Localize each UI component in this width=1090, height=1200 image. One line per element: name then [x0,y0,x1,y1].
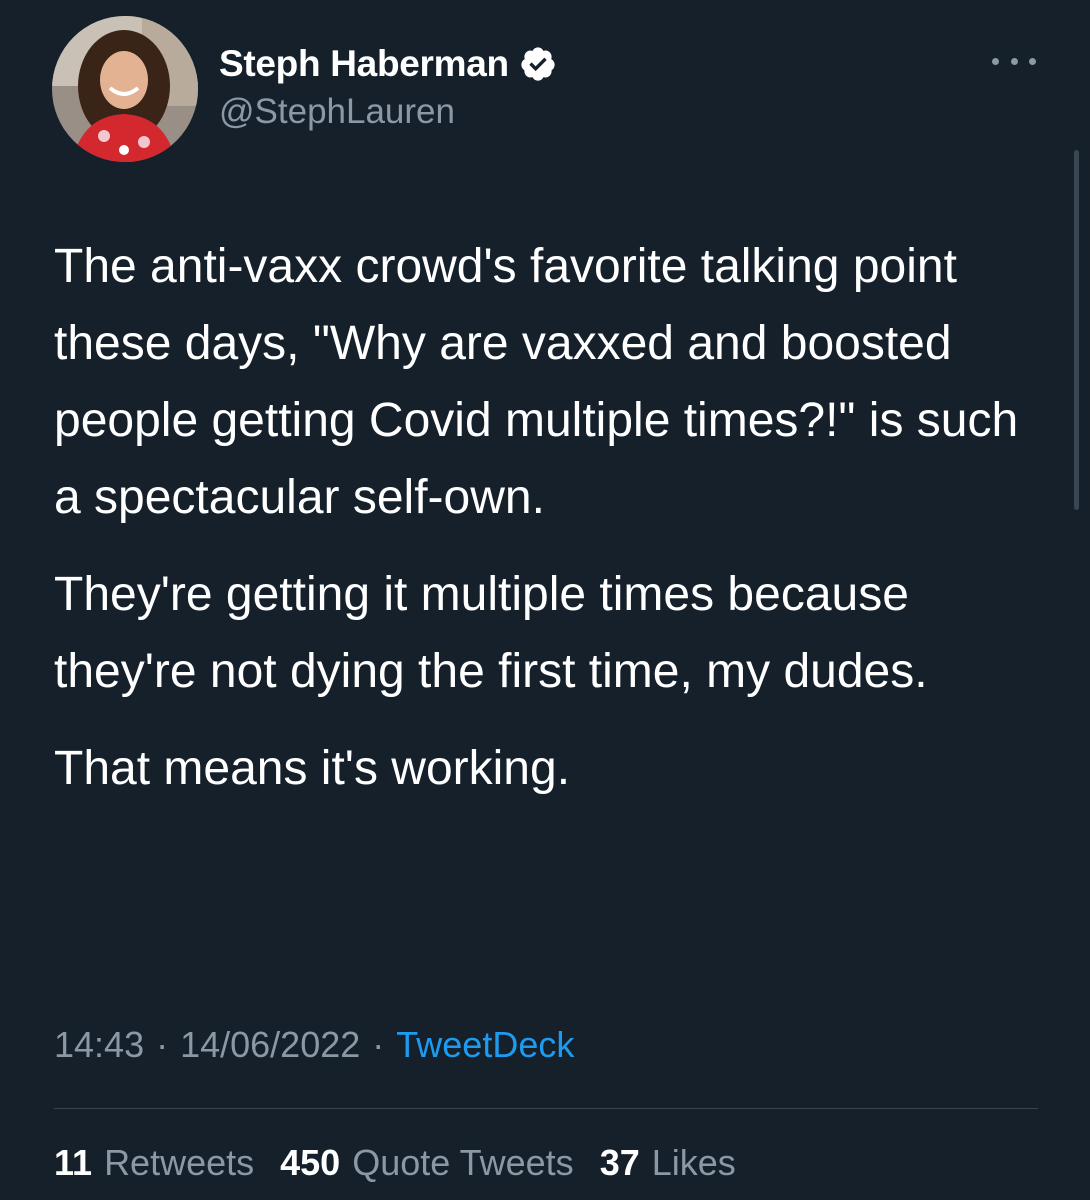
avatar[interactable] [52,16,198,162]
retweets-count: 11 [54,1142,93,1183]
more-options-icon[interactable] [992,46,1036,76]
tweet-container: Steph Haberman @StephLauren The anti-vax… [0,0,1090,1200]
tweet-time[interactable]: 14:43 [54,1024,144,1066]
scrollbar[interactable] [1074,150,1079,510]
verified-badge-icon [521,47,555,81]
engagement-stats: 11 Retweets 450 Quote Tweets 37 Likes [54,1142,762,1184]
name-row: Steph Haberman [219,40,557,88]
display-name[interactable]: Steph Haberman [219,43,509,85]
likes-stat[interactable]: 37 Likes [600,1142,736,1184]
quote-tweets-stat[interactable]: 450 Quote Tweets [280,1142,574,1184]
tweet-paragraph: They're getting it multiple times becaus… [54,568,928,698]
tweet-paragraph: That means it's working. [54,742,571,795]
divider [54,1108,1038,1109]
avatar-image [52,16,198,162]
tweet-text: The anti-vaxx crowd's favorite talking p… [54,228,1044,827]
tweet-paragraph: The anti-vaxx crowd's favorite talking p… [54,240,1019,524]
tweet-date[interactable]: 14/06/2022 [180,1024,360,1066]
user-handle[interactable]: @StephLauren [219,92,455,132]
retweets-label: Retweets [104,1142,255,1183]
tweet-meta: 14:43 · 14/06/2022 · TweetDeck [54,1024,574,1066]
likes-label: Likes [651,1142,736,1183]
quote-tweets-label: Quote Tweets [352,1142,574,1183]
meta-separator: · [372,1024,385,1065]
retweets-stat[interactable]: 11 Retweets [54,1142,254,1184]
meta-separator: · [156,1024,169,1065]
likes-count: 37 [599,1142,640,1183]
tweet-source-link[interactable]: TweetDeck [396,1024,574,1066]
quote-tweets-count: 450 [280,1142,341,1183]
